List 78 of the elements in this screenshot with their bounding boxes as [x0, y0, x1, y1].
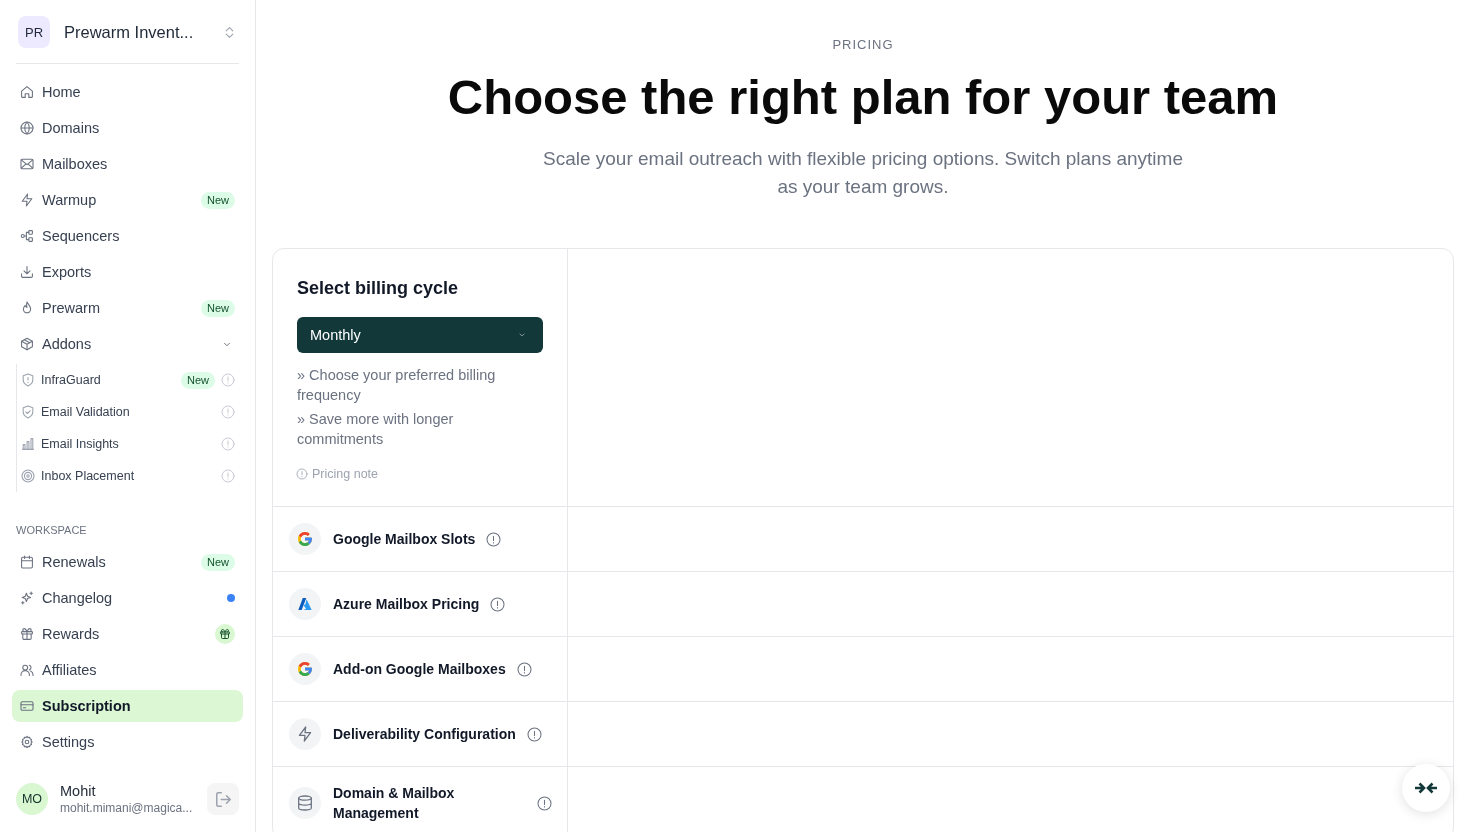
globe-icon — [21, 122, 33, 134]
billing-cycle-dropdown[interactable]: Monthly — [297, 317, 543, 353]
nav-item[interactable]: Mailboxes — [12, 148, 243, 180]
chevron-down-icon[interactable] — [221, 340, 233, 348]
nav-item[interactable]: Domains — [12, 112, 243, 144]
nav-item[interactable]: Prewarm New — [12, 292, 243, 324]
feature-name: Domain & Mailbox Management — [333, 784, 456, 823]
floating-action-button[interactable] — [1402, 764, 1450, 812]
section-label: WORKSPACE — [15, 523, 88, 538]
exclamation-circle-icon[interactable] — [517, 662, 531, 676]
billing-note: » Save more with longer commitments — [297, 410, 455, 449]
billing-note: » Choose your preferred billing frequency — [297, 366, 497, 405]
logout-icon — [215, 791, 231, 807]
eyebrow-label: PRICING — [831, 36, 895, 54]
page-title: Choose the right plan for your team — [446, 69, 1280, 125]
nodes-icon — [21, 230, 33, 242]
lightning-icon — [21, 194, 33, 206]
calendar-icon — [21, 556, 33, 568]
logout-button[interactable] — [207, 783, 239, 815]
notification-dot-icon — [227, 594, 235, 602]
nav-item[interactable]: Addons — [12, 328, 243, 360]
user-avatar: MO — [16, 783, 48, 815]
exclamation-circle-icon — [297, 469, 307, 479]
exclamation-circle-icon[interactable] — [527, 727, 541, 741]
nav-item[interactable]: Sequencers — [12, 220, 243, 252]
pricing-note: Pricing note — [312, 466, 378, 482]
a-logo-icon — [289, 588, 321, 620]
new-badge: New — [201, 553, 235, 571]
feature-name: Azure Mailbox Pricing — [333, 595, 480, 614]
new-badge: New — [201, 299, 235, 317]
download-icon — [21, 266, 33, 278]
exclamation-circle-icon[interactable] — [538, 796, 551, 810]
subnav-item[interactable]: Email Insights — [17, 428, 243, 460]
target-icon — [22, 470, 34, 482]
nav-item[interactable]: Home — [12, 76, 243, 108]
gift-icon — [215, 624, 235, 644]
shield-check-icon — [22, 406, 34, 418]
exclamation-circle-icon[interactable] — [491, 597, 505, 611]
credit-card-icon — [21, 700, 33, 712]
nav-item[interactable]: Renewals New — [12, 546, 243, 578]
section-title: Select billing cycle — [297, 277, 460, 300]
subnav-item[interactable]: Email Validation — [17, 396, 243, 428]
settings-icon — [21, 736, 33, 748]
feature-name: Google Mailbox Slots — [333, 530, 476, 549]
nav-item[interactable]: Warmup New — [12, 184, 243, 216]
chevron-down-icon — [517, 332, 527, 338]
workspace-avatar: PR — [18, 16, 50, 48]
nav-item[interactable]: Changelog — [12, 582, 243, 614]
nav-item[interactable]: Settings — [12, 726, 243, 758]
flame-icon — [21, 302, 33, 314]
feature-name: Deliverability Configuration — [333, 725, 516, 744]
arrows-inward-icon — [1414, 782, 1438, 794]
home-icon — [21, 86, 33, 98]
new-badge: New — [181, 371, 215, 389]
nav-item[interactable]: Affiliates — [12, 654, 243, 686]
new-badge: New — [201, 191, 235, 209]
envelope-icon — [21, 158, 33, 170]
user-name: Mohit — [60, 782, 97, 800]
exclamation-circle-icon[interactable] — [487, 532, 501, 546]
nav-item[interactable]: Rewards — [12, 618, 243, 650]
g-logo-icon — [289, 653, 321, 685]
users-icon — [21, 664, 33, 676]
nav-item[interactable]: Subscription — [12, 690, 243, 722]
subnav-item[interactable]: InfraGuard New — [17, 364, 243, 396]
box-icon — [21, 338, 33, 350]
shield-alert-icon — [22, 374, 34, 386]
workspace-name[interactable]: Prewarm Invent... — [64, 22, 224, 42]
nav-item[interactable]: Exports — [12, 256, 243, 288]
database-icon — [289, 787, 321, 819]
user-email: mohit.mimani@magica... — [60, 800, 194, 816]
g-logo-icon — [289, 523, 321, 555]
bar-chart-icon — [22, 438, 34, 450]
subnav-item[interactable]: Inbox Placement — [17, 460, 243, 492]
lightning-icon — [289, 718, 321, 750]
gift-icon — [21, 628, 33, 640]
sparkles-icon — [21, 592, 33, 604]
feature-name: Add-on Google Mailboxes — [333, 660, 506, 679]
page-subtitle: Scale your email outreach with flexible pricing options. Switch plans anytime as your team grows. — [542, 147, 1184, 199]
